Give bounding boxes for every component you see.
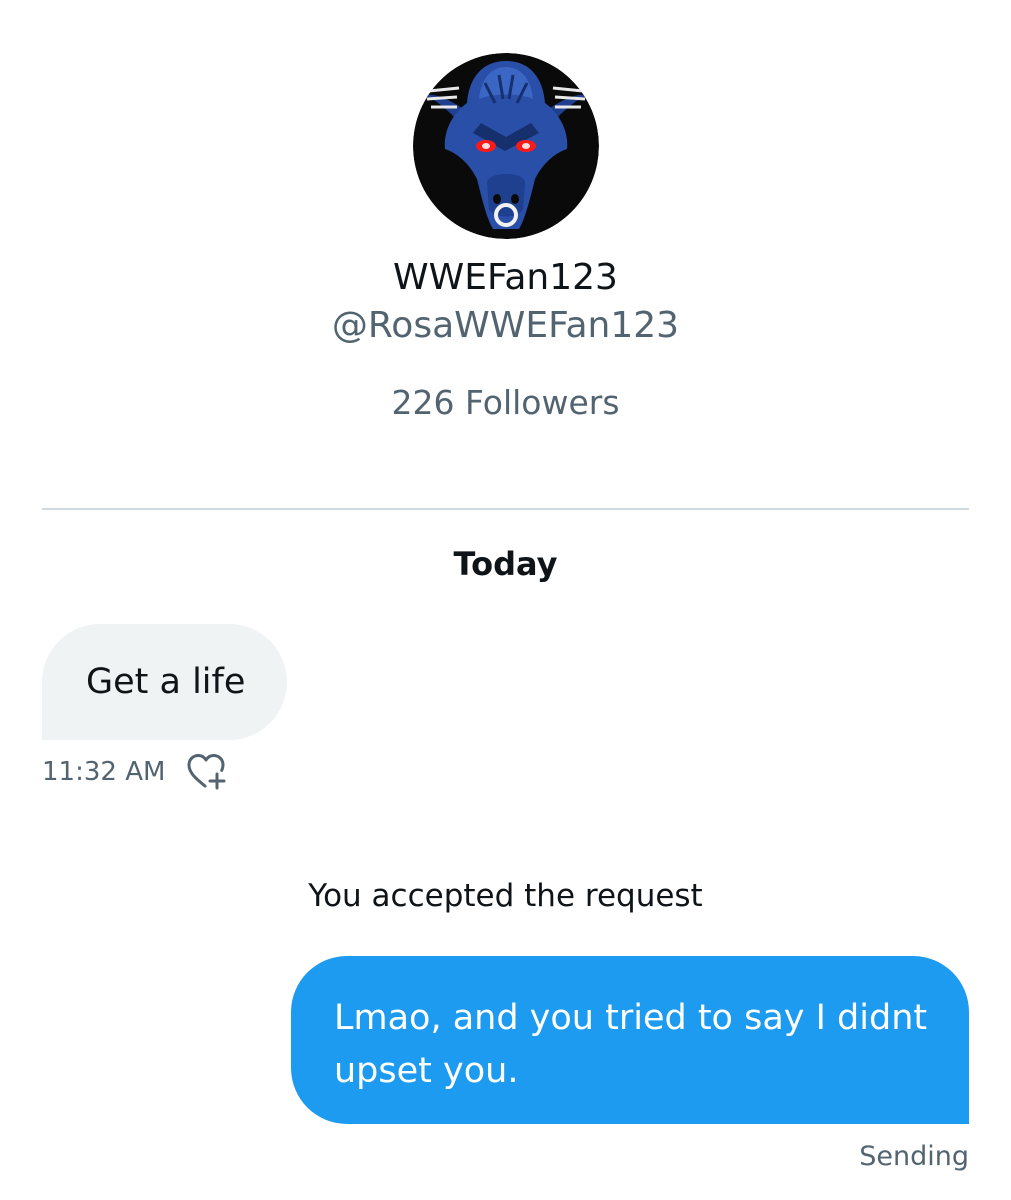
day-separator: Today	[453, 545, 558, 583]
display-name: WWEFan123	[393, 257, 618, 298]
request-accepted-notice: You accepted the request	[308, 878, 703, 914]
followers-count: 226 Followers	[391, 383, 620, 422]
add-reaction-heart-icon[interactable]	[185, 752, 229, 792]
user-handle[interactable]: @RosaWWEFan123	[0, 304, 1011, 348]
blue-bull-head-icon	[413, 53, 599, 239]
message-meta: 11:32 AM	[42, 752, 229, 792]
message-send-status: Sending	[859, 1141, 969, 1172]
outgoing-message-bubble[interactable]: Lmao, and you tried to say I didnt upset…	[291, 956, 969, 1124]
avatar[interactable]	[413, 53, 599, 239]
divider	[42, 508, 969, 510]
message-timestamp: 11:32 AM	[42, 757, 166, 787]
incoming-message-bubble[interactable]: Get a life	[42, 624, 287, 740]
